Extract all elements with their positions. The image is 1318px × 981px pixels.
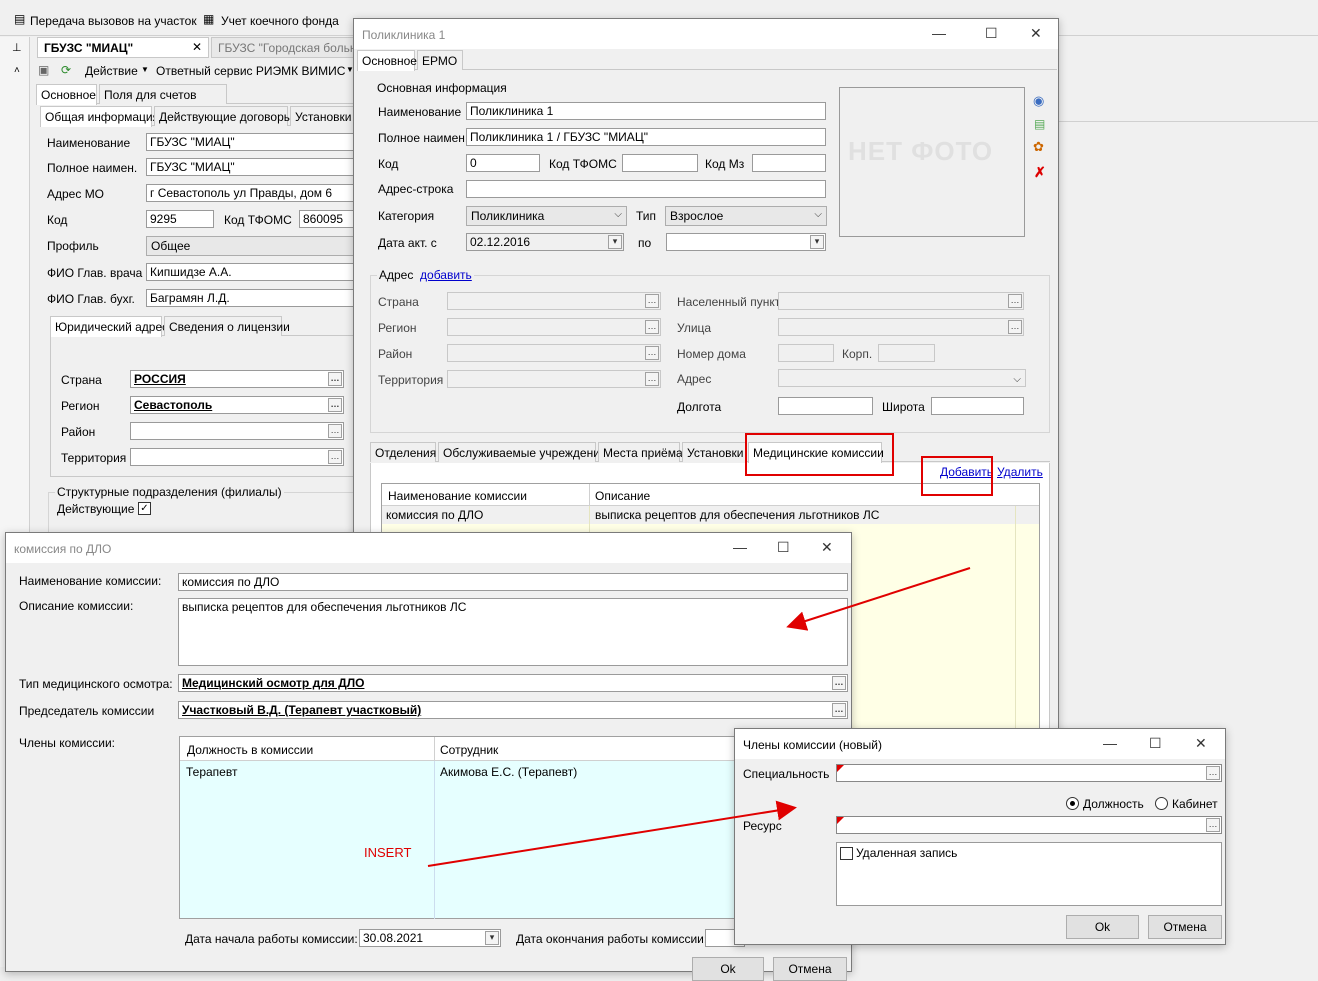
annotation-arrows xyxy=(427,567,971,867)
arrow-to-member xyxy=(427,800,797,867)
arrow-to-commission xyxy=(786,567,971,631)
